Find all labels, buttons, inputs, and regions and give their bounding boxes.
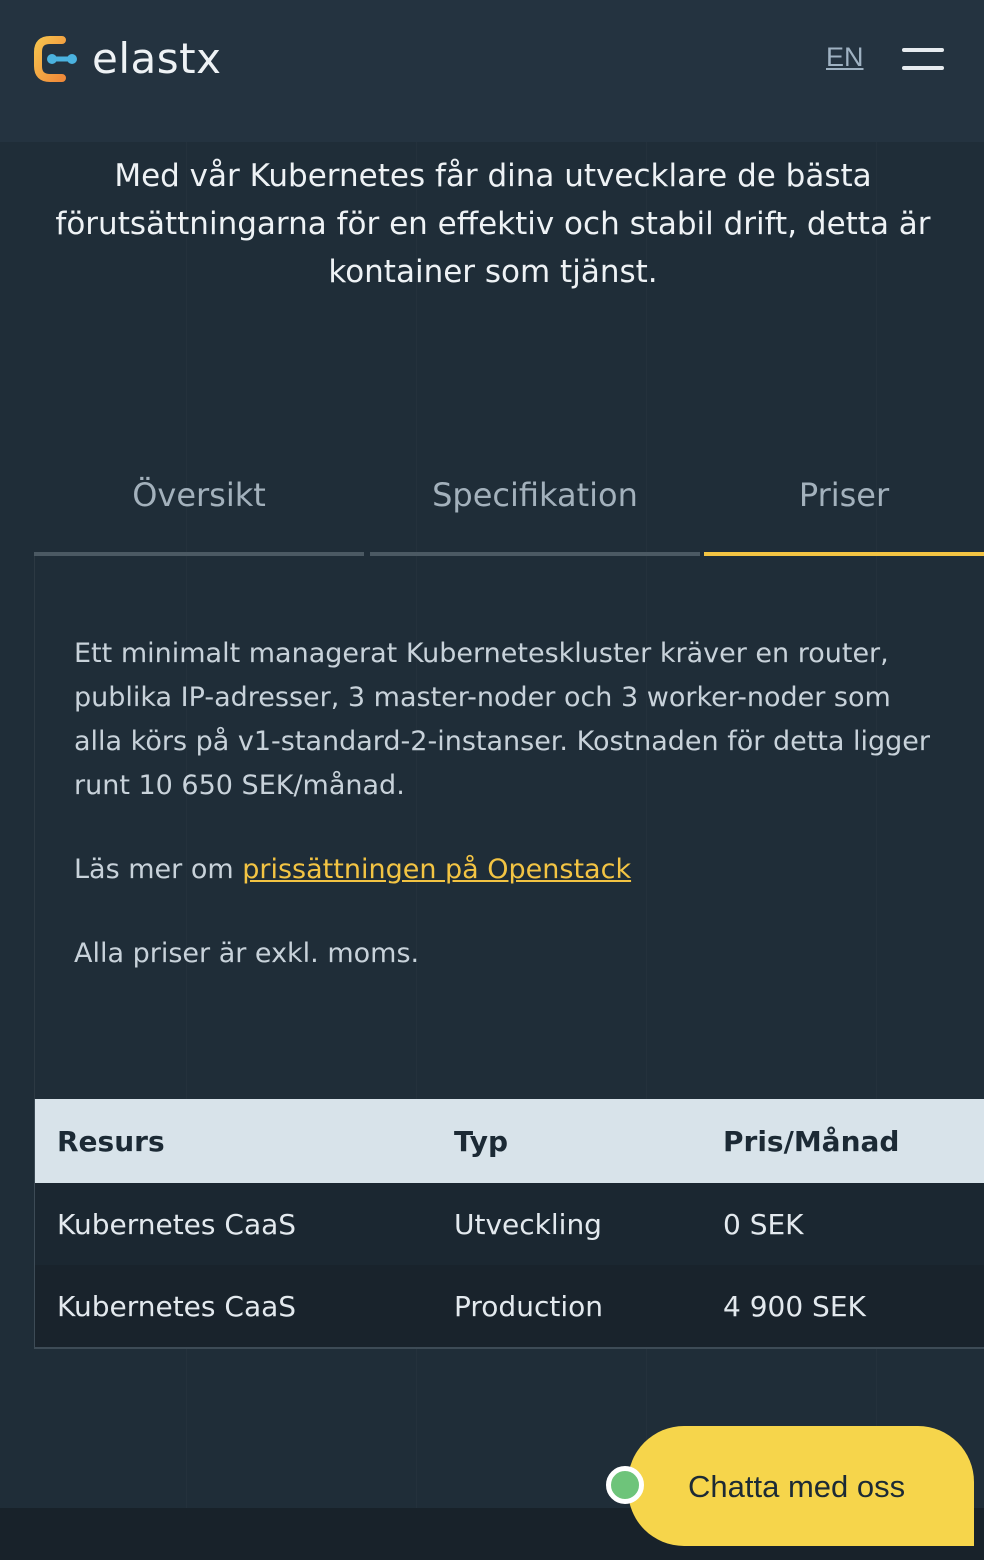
vat-note: Alla priser är exkl. moms. xyxy=(74,938,420,969)
tab-label: Priser xyxy=(798,476,890,514)
intro-text: Med vår Kubernetes får dina utvecklare d… xyxy=(55,158,931,290)
menu-bar xyxy=(902,66,944,70)
tab-underline xyxy=(370,552,700,556)
panel-border xyxy=(34,556,35,1100)
menu-bar xyxy=(902,48,944,52)
tab-label: Översikt xyxy=(132,476,266,514)
chat-online-status-icon xyxy=(606,1466,644,1504)
tab-underline-active xyxy=(704,552,984,556)
table-cell-pris: 4 900 SEK xyxy=(723,1289,866,1323)
table-cell-pris: 0 SEK xyxy=(723,1207,804,1241)
language-switch-link[interactable]: EN xyxy=(826,42,864,73)
brand-logo[interactable]: elastx xyxy=(32,34,221,84)
openstack-pricing-link[interactable]: prissättningen på Openstack xyxy=(242,854,631,885)
table-cell-resurs: Kubernetes CaaS xyxy=(57,1207,297,1241)
table-cell-typ: Production xyxy=(454,1289,603,1323)
read-more-prefix: Läs mer om xyxy=(74,854,243,885)
chat-button-label: Chatta med oss xyxy=(688,1469,906,1504)
tab-bar: Översikt Specifikation Priser xyxy=(34,462,984,556)
column-header-resurs: Resurs xyxy=(57,1124,165,1158)
table-row: Kubernetes CaaS Utveckling 0 SEK xyxy=(35,1183,984,1265)
pricing-table: Resurs Typ Pris/Månad Kubernetes CaaS Ut… xyxy=(34,1099,984,1349)
pricing-description: Ett minimalt managerat Kuberneteskluster… xyxy=(74,638,930,801)
tab-specifikation[interactable]: Specifikation xyxy=(370,462,700,556)
brand-name: elastx xyxy=(92,34,222,83)
tab-priser[interactable]: Priser xyxy=(704,462,984,556)
hamburger-menu-button[interactable] xyxy=(902,48,944,70)
table-cell-resurs: Kubernetes CaaS xyxy=(57,1289,297,1323)
table-header-row: Resurs Typ Pris/Månad xyxy=(35,1099,984,1183)
elastx-logo-icon xyxy=(34,36,77,82)
read-more-paragraph: Läs mer om prissättningen på Openstack xyxy=(74,848,934,892)
tab-underline xyxy=(34,552,364,556)
pricing-panel: Ett minimalt managerat Kuberneteskluster… xyxy=(74,632,934,976)
tab-label: Specifikation xyxy=(432,476,638,514)
column-header-pris: Pris/Månad xyxy=(723,1124,900,1158)
table-cell-typ: Utveckling xyxy=(454,1207,602,1241)
table-row: Kubernetes CaaS Production 4 900 SEK xyxy=(35,1265,984,1349)
column-header-typ: Typ xyxy=(454,1124,509,1158)
site-header: elastx EN xyxy=(0,0,984,142)
chat-button[interactable]: Chatta med oss xyxy=(628,1426,974,1546)
tab-oversikt[interactable]: Översikt xyxy=(34,462,364,556)
